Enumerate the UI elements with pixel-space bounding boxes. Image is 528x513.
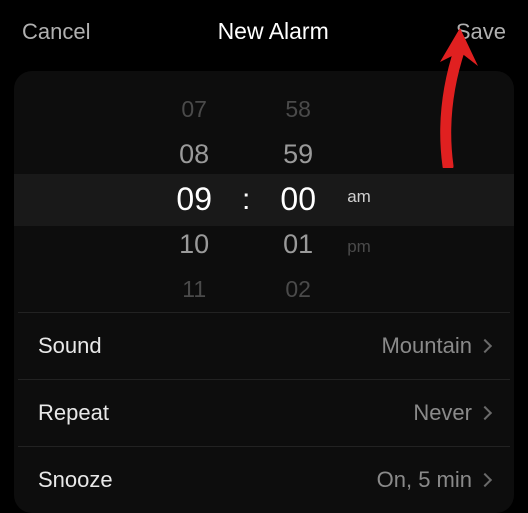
minute-option[interactable]: 02 [285, 267, 311, 312]
minute-selected[interactable]: 00 [280, 177, 316, 222]
chevron-right-icon [478, 339, 492, 353]
settings-list: Sound Mountain Repeat Never Snooze On, 5… [14, 312, 514, 513]
snooze-label: Snooze [38, 467, 113, 493]
cancel-button[interactable]: Cancel [22, 19, 90, 45]
time-picker[interactable]: 07 08 09 10 11 : 58 59 00 01 02 am pm [14, 87, 514, 312]
ampm-column[interactable]: am pm [347, 87, 371, 312]
ampm-am[interactable]: am [347, 187, 371, 207]
ampm-pm[interactable]: pm [347, 237, 371, 257]
hour-option[interactable]: 11 [182, 267, 206, 312]
hour-column[interactable]: 07 08 09 10 11 [157, 87, 231, 312]
chevron-right-icon [478, 406, 492, 420]
save-button[interactable]: Save [456, 19, 506, 45]
chevron-right-icon [478, 473, 492, 487]
minute-option[interactable]: 58 [285, 87, 311, 132]
hour-option[interactable]: 07 [181, 87, 207, 132]
snooze-value-wrap: On, 5 min [377, 467, 490, 493]
hour-option[interactable]: 08 [179, 132, 209, 177]
repeat-value: Never [413, 400, 472, 426]
snooze-row[interactable]: Snooze On, 5 min [18, 446, 510, 513]
snooze-value: On, 5 min [377, 467, 472, 493]
repeat-value-wrap: Never [413, 400, 490, 426]
sound-value-wrap: Mountain [381, 333, 490, 359]
repeat-label: Repeat [38, 400, 109, 426]
page-title: New Alarm [218, 18, 329, 45]
header-bar: Cancel New Alarm Save [0, 0, 528, 63]
hour-option[interactable]: 10 [179, 222, 209, 267]
alarm-card: 07 08 09 10 11 : 58 59 00 01 02 am pm So… [14, 71, 514, 513]
sound-value: Mountain [381, 333, 472, 359]
minute-option[interactable]: 01 [283, 222, 313, 267]
repeat-row[interactable]: Repeat Never [18, 379, 510, 446]
sound-row[interactable]: Sound Mountain [18, 312, 510, 379]
picker-columns: 07 08 09 10 11 : 58 59 00 01 02 am pm [14, 87, 514, 312]
minute-option[interactable]: 59 [283, 132, 313, 177]
minute-column[interactable]: 58 59 00 01 02 [261, 87, 335, 312]
time-colon: : [231, 183, 261, 217]
sound-label: Sound [38, 333, 102, 359]
hour-selected[interactable]: 09 [176, 177, 212, 222]
